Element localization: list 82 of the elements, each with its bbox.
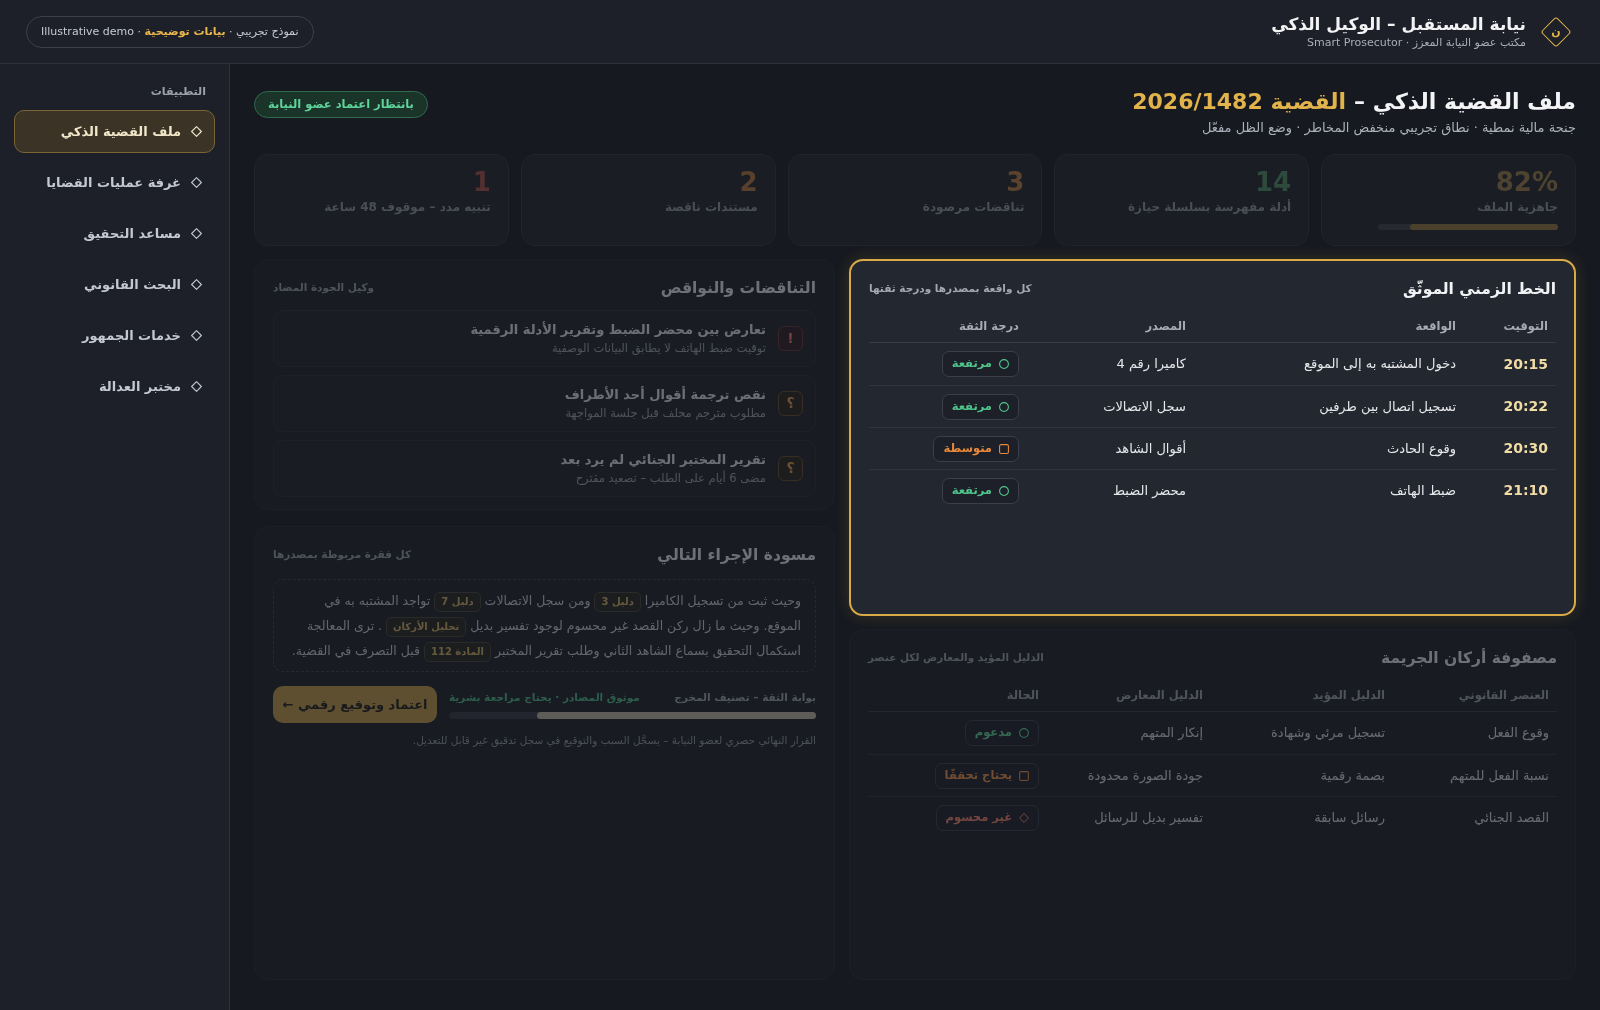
table-cell-text: كاميرا رقم 4 <box>1115 355 1186 374</box>
draft-paragraph: وحيث ثبت من تسجيل الكاميرا دليل 3 ومن سجل الاتصالات دليل 7 تواجد المشتبه به في الموقع. وحيث ما زال ركن القصد غير محسوم لوجود تفسير بديل تحليل الأركان . ترى المعالجة استكمال التحقيق بسماع الشاهد الثاني وطلب تقرير المختبر المادة 112 قبل التصرف في القضية. <box>273 579 816 672</box>
issue-detail: مطلوب مترجم محلف قبل جلسة المواجهة <box>564 405 766 422</box>
table-cell-text: إنكار المتهم <box>1139 724 1203 743</box>
table-cell-text: تفسير بديل للرسائل <box>1093 808 1203 828</box>
circle-icon <box>999 359 1009 369</box>
circle-icon <box>999 485 1009 496</box>
table-cell-text: جودة الصورة محدودة <box>1086 766 1203 786</box>
stat-value: 2 <box>738 166 758 198</box>
panel-note: كل فقرة مربوطة بمصدرها <box>273 547 412 563</box>
sidebar-item[interactable]: مساعد التحقيق <box>14 212 215 255</box>
panel-note: الدليل المؤيد والمعارض لكل عنصر <box>868 650 1044 666</box>
sidebar-item[interactable]: ملف القضية الذكي <box>14 110 215 153</box>
diamond-icon <box>191 279 202 290</box>
column-header: المصدر <box>1144 317 1186 335</box>
issue-title: نقص ترجمة أقوال أحد الأطراف <box>564 385 766 404</box>
diamond-icon <box>191 177 202 188</box>
diamond-icon <box>191 381 202 392</box>
status-label: مدعوم <box>974 727 1012 739</box>
sidebar-item[interactable]: غرفة عمليات القضايا <box>14 161 215 204</box>
status-label: يحتاج تحققًا <box>944 769 1012 782</box>
sidebar-heading: التطبيقات <box>149 84 207 100</box>
table-cell-text: بصمة رقمية <box>1319 766 1385 785</box>
column-header: الدليل المعارض <box>1114 686 1203 704</box>
table-cell-text: وقوع الحادث <box>1385 439 1456 459</box>
diamond-icon <box>191 330 202 341</box>
sidebar-item[interactable]: خدمات الجمهور <box>14 314 215 357</box>
diamond-icon <box>191 126 202 137</box>
gate-label: بوابة الثقة – تصنيف المخرج <box>674 689 816 706</box>
table-cell-text: 20:15 <box>1502 354 1549 374</box>
table-cell-text: وقوع الفعل <box>1486 724 1550 743</box>
table-cell-text: 20:30 <box>1502 439 1549 458</box>
app-title: نيابة المستقبل – الوكيل الذكي <box>1271 12 1526 35</box>
issue-symbol: ! <box>778 326 803 351</box>
status-label: مرتفعة <box>951 358 992 370</box>
table-cell-text: سجل الاتصالات <box>1102 397 1186 416</box>
table-cell-text: رسائل سابقة <box>1313 808 1385 828</box>
table-cell-text: دخول المشتبه به إلى الموقع <box>1303 355 1456 374</box>
panel-title: مصفوفة أركان الجريمة <box>1381 647 1557 669</box>
table-cell-text: تسجيل اتصال بين طرفين <box>1318 397 1456 417</box>
page-subtitle: جنحة مالية نمطية · نطاق تجريبي منخفض المخاطر · وضع الظل مفعّل <box>1200 119 1576 137</box>
column-header: الحالة <box>1005 686 1039 704</box>
circle-icon <box>999 401 1009 412</box>
table-cell-text: القصد الجنائي <box>1473 808 1550 827</box>
table-cell-text: نسبة الفعل للمتهم <box>1449 766 1550 786</box>
column-header: الدليل المؤيد <box>1311 686 1385 705</box>
status-label: غير محسوم <box>945 811 1012 824</box>
status-pill: بانتظار اعتماد عضو النيابة <box>254 91 428 118</box>
column-header: التوقيت <box>1502 317 1549 336</box>
sidebar-item[interactable]: البحث القانوني <box>14 263 215 306</box>
column-header: الواقعة <box>1414 317 1456 336</box>
table-cell-text: ضبط الهاتف <box>1388 481 1456 501</box>
panel-title: التناقضات والنواقص <box>660 278 816 299</box>
column-header: العنصر القانوني <box>1457 686 1550 705</box>
issue-symbol: ؟ <box>778 391 803 416</box>
status-label: مرتفعة <box>951 400 992 413</box>
square-icon <box>1019 770 1029 781</box>
table-cell-text: تسجيل مرئي وشهادة <box>1270 724 1385 743</box>
gate-verdict: موثوق المصادر · يحتاج مراجعة بشرية <box>449 689 640 706</box>
page-title: ملف القضية الذكي – <box>1354 88 1576 117</box>
table-cell-text: أقوال الشاهد <box>1114 439 1186 459</box>
stat-value: 3 <box>1005 166 1025 198</box>
app-subtitle: مكتب عضو النيابة المعزز · Smart Prosecutor <box>1306 35 1526 51</box>
column-header: درجة الثقة <box>958 317 1019 335</box>
panel-note: كل واقعة بمصدرها ودرجة ثقتها <box>869 281 1032 297</box>
issue-title: تعارض بين محضر الضبط وتقرير الأدلة الرقمية <box>470 320 766 339</box>
panel-note: وكيل الجودة المضاد <box>273 280 375 296</box>
case-number: القضية 2026/1482 <box>1132 88 1346 116</box>
status-label: متوسطة <box>943 442 992 455</box>
square-icon <box>999 443 1009 454</box>
table-cell-text: 21:10 <box>1502 481 1549 500</box>
panel-title: مسودة الإجراء التالي <box>657 545 816 567</box>
table-cell-text: محضر الضبط <box>1111 481 1186 500</box>
issue-title: تقرير المختبر الجنائي لم يرد بعد <box>560 451 766 469</box>
table-cell-text: 20:22 <box>1502 397 1549 416</box>
status-label: مرتفعة <box>951 484 992 497</box>
panel-title: الخط الزمني الموثّق <box>1402 279 1556 301</box>
diamond-icon <box>1019 812 1029 823</box>
diamond-icon <box>191 228 202 239</box>
issue-symbol: ؟ <box>778 456 803 481</box>
sidebar-item[interactable]: مختبر العدالة <box>14 365 215 408</box>
circle-icon <box>1019 728 1029 738</box>
